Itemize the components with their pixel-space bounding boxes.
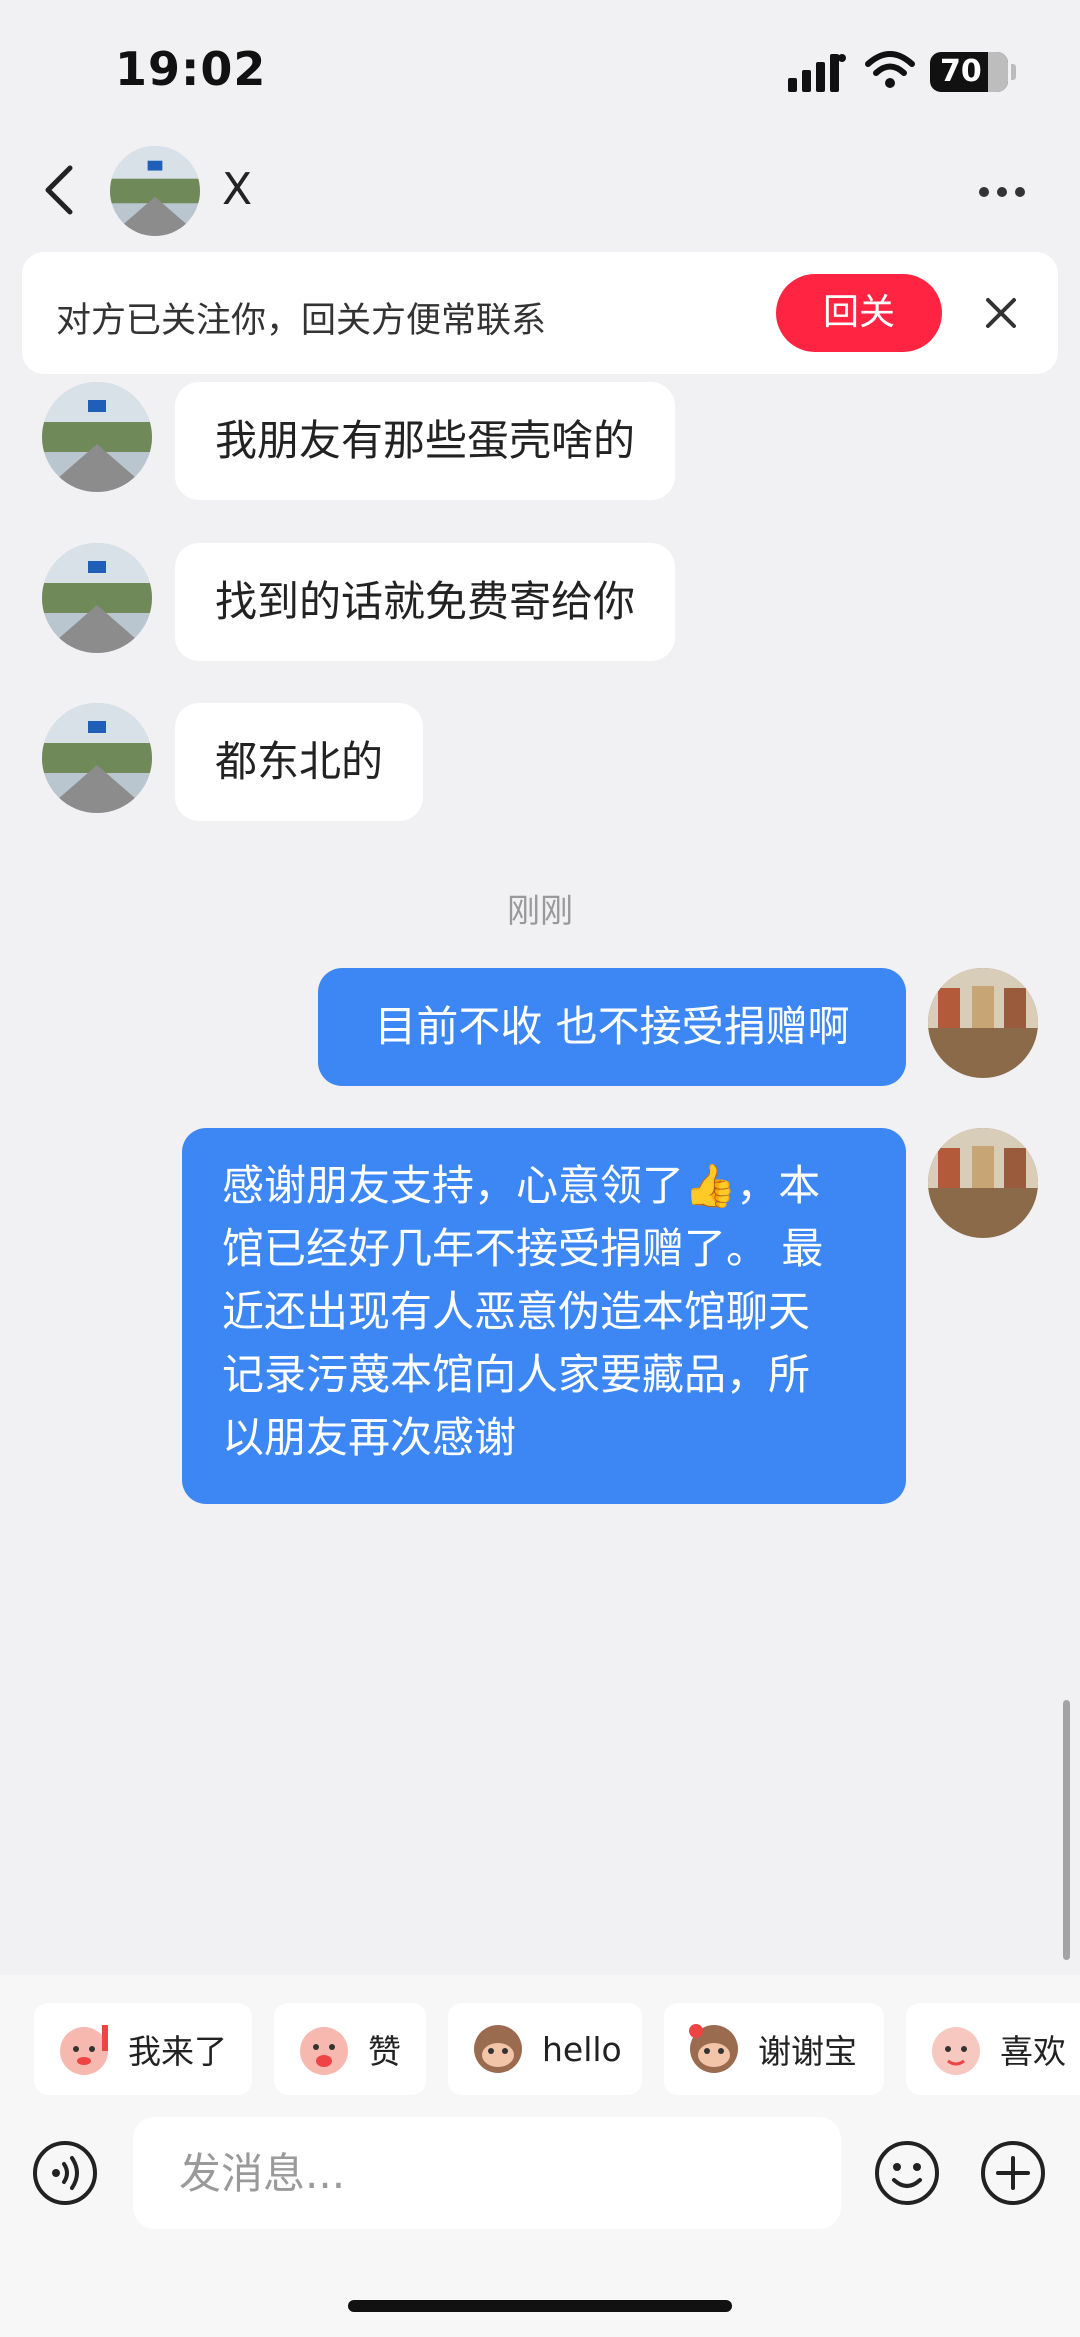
wifi-icon xyxy=(865,51,915,88)
contact-name[interactable]: X xyxy=(222,164,252,215)
sticker-icon xyxy=(300,2027,348,2075)
quick-reply-label: 喜欢 xyxy=(1000,2032,1066,2071)
sticker-icon xyxy=(60,2025,108,2075)
message-input[interactable] xyxy=(133,2117,841,2229)
battery-indicator: 70 xyxy=(930,52,1016,92)
time-separator: 刚刚 xyxy=(507,891,573,930)
voice-input-icon[interactable] xyxy=(32,2140,98,2206)
contact-avatar[interactable] xyxy=(42,703,152,813)
status-time: 19:02 xyxy=(115,42,267,96)
composer-area: 我来了 赞 hello 谢谢宝 喜欢 xyxy=(0,1975,1080,2337)
contact-avatar[interactable] xyxy=(110,146,200,236)
quick-reply-chip[interactable]: 我来了 xyxy=(34,2003,252,2095)
contact-avatar[interactable] xyxy=(42,543,152,653)
quick-reply-label: 谢谢宝 xyxy=(758,2032,857,2071)
message-bubble-outgoing[interactable]: 目前不收 也不接受捐赠啊 xyxy=(318,968,906,1086)
emoji-icon[interactable] xyxy=(874,2140,940,2206)
contact-avatar[interactable] xyxy=(42,382,152,492)
message-line: 以朋友再次感谢 xyxy=(222,1413,517,1462)
sticker-icon xyxy=(689,2024,738,2073)
quick-reply-label: hello xyxy=(542,2029,622,2069)
message-line: 记录污蔑本馆向人家要藏品，所 xyxy=(222,1350,811,1399)
my-avatar[interactable] xyxy=(928,968,1038,1078)
message-bubble-incoming[interactable]: 我朋友有那些蛋壳啥的 xyxy=(175,382,676,500)
home-indicator[interactable] xyxy=(348,2300,732,2312)
back-arrow-icon[interactable] xyxy=(40,162,80,218)
user-avatar-icon xyxy=(42,382,152,492)
quick-reply-chip[interactable]: 喜欢 xyxy=(906,2003,1080,2095)
follow-back-banner: 对方已关注你，回关方便常联系 回关 xyxy=(22,252,1058,374)
quick-reply-label: 我来了 xyxy=(128,2032,227,2071)
user-avatar-icon xyxy=(42,543,152,653)
banner-text: 对方已关注你，回关方便常联系 xyxy=(56,301,547,341)
message-bubble-outgoing[interactable]: 感谢朋友支持，心意领了👍，本 馆已经好几年不接受捐赠了。 最 近还出现有人恶意伪… xyxy=(182,1128,906,1504)
message-bubble-incoming[interactable]: 找到的话就免费寄给你 xyxy=(175,543,676,661)
close-icon[interactable] xyxy=(984,296,1018,330)
more-options-icon[interactable] xyxy=(978,186,1026,198)
quick-reply-chip[interactable]: 谢谢宝 xyxy=(664,2003,884,2095)
sticker-icon xyxy=(932,2027,980,2075)
battery-level: 70 xyxy=(940,54,982,89)
message-line: 近还出现有人恶意伪造本馆聊天 xyxy=(222,1287,811,1336)
quick-reply-label: 赞 xyxy=(368,2032,401,2071)
plus-icon[interactable] xyxy=(980,2140,1046,2206)
quick-reply-chip[interactable]: hello xyxy=(448,2003,642,2095)
quick-reply-chip[interactable]: 赞 xyxy=(274,2003,426,2095)
cellular-signal-icon xyxy=(788,54,846,92)
scrollbar[interactable] xyxy=(1063,1700,1070,1960)
my-avatar[interactable] xyxy=(928,1128,1038,1238)
message-bubble-incoming[interactable]: 都东北的 xyxy=(175,703,424,821)
sticker-icon xyxy=(474,2025,522,2073)
message-line: 感谢朋友支持，心意领了👍，本 xyxy=(222,1161,821,1210)
user-avatar-icon xyxy=(928,1128,1038,1238)
user-avatar-icon xyxy=(928,968,1038,1078)
user-avatar-icon xyxy=(42,703,152,813)
follow-back-button[interactable]: 回关 xyxy=(776,274,942,352)
user-avatar-icon xyxy=(110,146,200,236)
message-line: 馆已经好几年不接受捐赠了。 最 xyxy=(222,1224,824,1273)
